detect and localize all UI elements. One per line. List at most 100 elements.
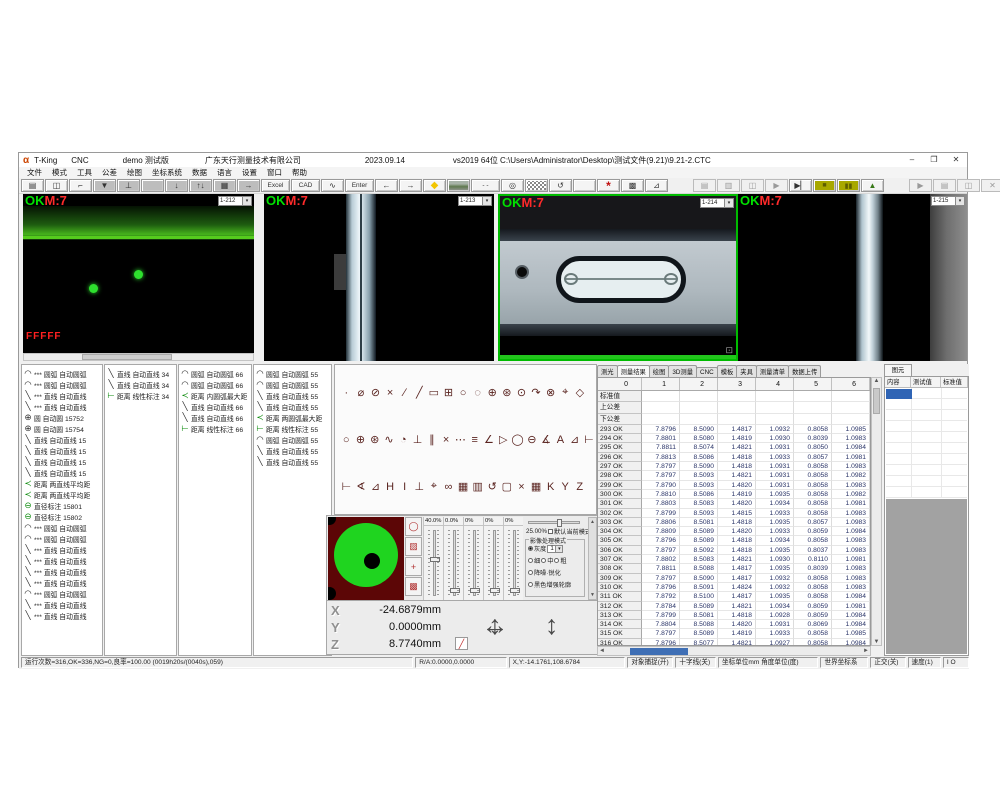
open2-button[interactable]: ◫ — [957, 179, 980, 192]
row-label[interactable]: 309 OK — [598, 574, 642, 583]
measure-item[interactable]: ╲直线 自动直线 55 — [254, 456, 331, 467]
play-end-button[interactable]: ▶▏ — [789, 179, 812, 192]
tab-夹具[interactable]: 夹具 — [736, 365, 757, 377]
curve-button[interactable]: ⊿ — [645, 179, 668, 192]
ruler-button[interactable]: ⌐ — [69, 179, 92, 192]
light-mode-button[interactable]: + — [405, 557, 422, 576]
measure-item[interactable]: ⊖直径标注 15802 — [22, 511, 102, 522]
palette-tool[interactable]: ≡ — [468, 432, 482, 447]
tab-CNC[interactable]: CNC — [696, 367, 718, 377]
close-button[interactable]: ✕ — [945, 154, 967, 167]
cad-export-button[interactable]: CAD — [291, 179, 320, 192]
scroll-thumb[interactable] — [630, 648, 688, 655]
camera-view-1[interactable]: OKM:7 1-212▾ FFFFF — [23, 194, 254, 353]
stage-move-icon[interactable]: ⊡ — [725, 345, 733, 356]
table-row[interactable]: 300 OK7.88108.50861.48191.09350.80581.09… — [598, 490, 870, 499]
table-row[interactable]: 310 OK7.87968.50911.48241.09320.80581.09… — [598, 583, 870, 592]
light-channel-slider[interactable]: 0% — [463, 517, 483, 600]
probe-down-button[interactable]: ↓ — [165, 179, 188, 192]
size-radio-粗[interactable] — [554, 558, 559, 563]
arrow-right-button[interactable]: → — [399, 179, 422, 192]
table-row[interactable]: 304 OK7.88098.50891.48201.09330.80591.09… — [598, 527, 870, 536]
measure-item[interactable]: ◠*** 圆弧 自动圆弧 — [22, 522, 102, 533]
palette-tool[interactable]: ∡ — [539, 432, 553, 447]
table-row[interactable]: 298 OK7.87978.50931.48211.09310.80581.09… — [598, 471, 870, 480]
row-label[interactable]: 298 OK — [598, 471, 642, 480]
measure-item[interactable]: ╲*** 直线 自动直线 — [22, 610, 102, 621]
ring-light-preview[interactable] — [328, 517, 404, 600]
menu-item-文件[interactable]: 文件 — [22, 167, 47, 178]
chevron-down-icon[interactable]: ▾ — [555, 546, 562, 552]
save-run-button[interactable]: ▤ — [693, 179, 716, 192]
chevron-down-icon[interactable]: ▾ — [955, 197, 964, 205]
palette-tool[interactable]: ⊞ — [441, 385, 456, 400]
palette-tool[interactable]: Ι — [397, 479, 412, 494]
table-row[interactable]: 313 OK7.87998.50811.48181.09280.80591.09… — [598, 611, 870, 620]
row-label[interactable]: 294 OK — [598, 434, 642, 443]
measure-item[interactable]: ╲*** 直线 自动直线 — [22, 566, 102, 577]
measure-item[interactable]: ◠*** 圆弧 自动圆弧 — [22, 379, 102, 390]
denoise-radio[interactable] — [528, 570, 533, 575]
chevron-down-icon[interactable]: ▾ — [724, 199, 733, 207]
scroll-right-icon[interactable]: ► — [862, 648, 870, 654]
row-label[interactable]: 304 OK — [598, 527, 642, 536]
measure-item[interactable]: ╲*** 直线 自动直线 — [22, 555, 102, 566]
tool-run-button[interactable]: ▲ — [861, 179, 884, 192]
palette-tool[interactable]: Η — [383, 479, 398, 494]
measure-item[interactable]: ◠*** 圆弧 自动圆弧 — [22, 368, 102, 379]
palette-tool[interactable]: ◇ — [573, 385, 588, 400]
row-label[interactable]: 301 OK — [598, 499, 642, 508]
palette-tool[interactable]: ⌖ — [558, 385, 573, 400]
light-channel-slider[interactable]: 0.0% — [443, 517, 463, 600]
pillar-button[interactable]: ⊥ — [117, 179, 140, 192]
maximize-button[interactable]: ❐ — [923, 154, 945, 167]
palette-tool[interactable]: Z — [573, 479, 588, 494]
palette-tool[interactable]: ⌖ — [427, 479, 442, 494]
table-row[interactable]: 316 OK7.87968.50771.48211.09270.80581.09… — [598, 639, 870, 646]
palette-tool[interactable]: ⊙ — [514, 385, 529, 400]
light-channel-slider[interactable]: 40.0% — [423, 517, 443, 600]
table-row[interactable]: 296 OK7.88138.50861.48181.09330.80571.09… — [598, 453, 870, 462]
run-button[interactable]: ▶ — [909, 179, 932, 192]
chevron-down-icon[interactable]: ▾ — [242, 197, 251, 205]
pause-button[interactable]: ▮▮ — [837, 179, 860, 192]
table-row[interactable]: 312 OK7.87848.50891.48211.09340.80591.09… — [598, 602, 870, 611]
palette-tool[interactable]: ⊘ — [368, 385, 383, 400]
menu-item-帮助[interactable]: 帮助 — [287, 167, 312, 178]
camera3-lens-combo[interactable]: 1-214▾ — [700, 198, 734, 208]
measure-item[interactable]: ⊕圆 自动圆 15752 — [22, 412, 102, 423]
row-label[interactable]: 308 OK — [598, 564, 642, 573]
probe-button[interactable]: ▼ — [93, 179, 116, 192]
row-label[interactable]: 297 OK — [598, 462, 642, 471]
measure-item[interactable]: ◠*** 圆弧 自动圆弧 — [22, 588, 102, 599]
tab-数据上传[interactable]: 数据上传 — [788, 365, 821, 377]
open-button[interactable]: ◫ — [45, 179, 68, 192]
palette-tool[interactable]: ◯ — [510, 432, 524, 447]
menu-item-窗口[interactable]: 窗口 — [262, 167, 287, 178]
arrow-left-button[interactable]: ← — [375, 179, 398, 192]
measure-item[interactable]: ╲*** 直线 自动直线 — [22, 599, 102, 610]
dither-button[interactable]: ▩ — [621, 179, 644, 192]
stop-button[interactable]: ■ — [813, 179, 836, 192]
palette-tool[interactable]: ▦ — [529, 479, 544, 494]
measure-item[interactable]: ╲直线 自动直线 66 — [179, 401, 251, 412]
palette-tool[interactable]: ⊥ — [412, 479, 427, 494]
pattern-button[interactable] — [525, 179, 548, 192]
measure-item[interactable]: ◠*** 圆弧 自动圆弧 — [22, 533, 102, 544]
measure-item[interactable]: ╲直线 自动直线 55 — [254, 390, 331, 401]
palette-tool[interactable]: ↷ — [529, 385, 544, 400]
row-label[interactable]: 312 OK — [598, 602, 642, 611]
measure-item[interactable]: ◠圆弧 自动圆弧 66 — [179, 379, 251, 390]
row-label[interactable]: 315 OK — [598, 629, 642, 638]
stage-button[interactable] — [141, 179, 164, 192]
row-label[interactable]: 299 OK — [598, 481, 642, 490]
light-panel-scrollbar[interactable]: ▲▼ — [588, 517, 597, 600]
measure-item[interactable]: ╲直线 自动直线 55 — [254, 401, 331, 412]
measure-item[interactable]: ╲直线 自动直线 15 — [22, 434, 102, 445]
camera1-lens-combo[interactable]: 1-212▾ — [218, 196, 252, 206]
table-row[interactable]: 294 OK7.88018.50801.48191.09300.80391.09… — [598, 434, 870, 443]
table-row[interactable]: 314 OK7.88048.50881.48201.09310.80691.09… — [598, 620, 870, 629]
master-light-slider[interactable] — [528, 521, 580, 524]
measure-item[interactable]: ╲直线 自动直线 15 — [22, 456, 102, 467]
chevron-down-icon[interactable]: ▾ — [482, 197, 491, 205]
